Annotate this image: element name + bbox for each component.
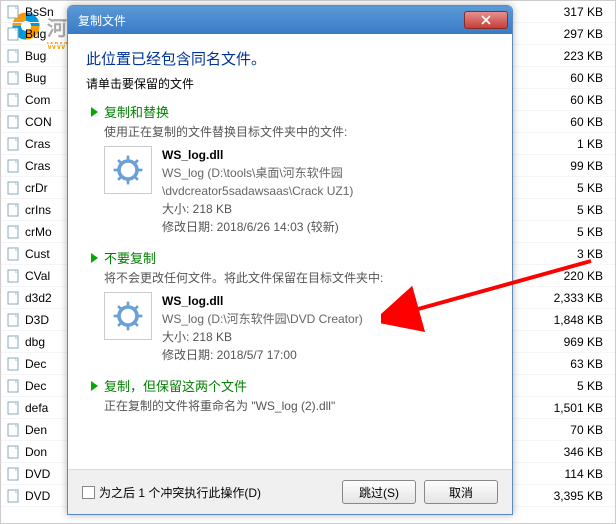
arrow-right-icon (88, 105, 102, 119)
file-icon (5, 4, 21, 20)
close-icon (481, 15, 491, 25)
file-size: 3 KB (525, 247, 615, 261)
file2-date: 修改日期: 2018/5/7 17:00 (162, 346, 363, 364)
dialog-heading: 此位置已经包含同名文件。 (86, 48, 494, 69)
file-icon (5, 488, 21, 504)
file-icon (5, 202, 21, 218)
file-icon (5, 70, 21, 86)
file-icon (5, 136, 21, 152)
option2-title: 不要复制 (104, 248, 156, 267)
dll-gear-icon (110, 152, 146, 188)
dialog-titlebar: 复制文件 (68, 6, 512, 34)
file1-size: 大小: 218 KB (162, 200, 353, 218)
apply-all-label: 为之后 1 个冲突执行此操作(D) (99, 484, 261, 501)
file-icon (5, 356, 21, 372)
file-icon (5, 466, 21, 482)
dialog-subheading: 请单击要保留的文件 (86, 75, 494, 92)
dll-gear-icon (110, 298, 146, 334)
file-size: 297 KB (525, 27, 615, 41)
file-meta-2: WS_log.dll WS_log (D:\河东软件园\DVD Creator)… (162, 292, 363, 364)
file-icon (5, 422, 21, 438)
copy-file-dialog: 复制文件 此位置已经包含同名文件。 请单击要保留的文件 复制和替换 使用正在复制… (67, 5, 513, 515)
file-size: 70 KB (525, 423, 615, 437)
option3-desc: 正在复制的文件将重命名为 "WS_log (2).dll" (104, 397, 494, 414)
file-icon (5, 246, 21, 262)
file-size: 114 KB (525, 467, 615, 481)
file-size: 2,333 KB (525, 291, 615, 305)
file-detail-1: WS_log.dll WS_log (D:\tools\桌面\河东软件园 \dv… (104, 146, 494, 236)
dialog-body: 此位置已经包含同名文件。 请单击要保留的文件 复制和替换 使用正在复制的文件替换… (68, 34, 512, 469)
dialog-footer: 为之后 1 个冲突执行此操作(D) 跳过(S) 取消 (68, 469, 512, 514)
option-dont-copy[interactable]: 不要复制 将不会更改任何文件。将此文件保留在目标文件夹中: WS_log.dll… (86, 248, 494, 364)
file-size: 220 KB (525, 269, 615, 283)
apply-all-checkbox[interactable] (82, 486, 95, 499)
option-keep-both[interactable]: 复制，但保留这两个文件 正在复制的文件将重命名为 "WS_log (2).dll… (86, 376, 494, 414)
file-icon (5, 312, 21, 328)
close-button[interactable] (464, 11, 508, 29)
file-size: 5 KB (525, 181, 615, 195)
file1-name: WS_log.dll (162, 146, 353, 164)
file-icon (5, 334, 21, 350)
arrow-right-icon (88, 379, 102, 393)
file-size: 60 KB (525, 93, 615, 107)
skip-button[interactable]: 跳过(S) (342, 480, 416, 504)
option3-title: 复制，但保留这两个文件 (104, 376, 247, 395)
file-size: 317 KB (525, 5, 615, 19)
file-size: 346 KB (525, 445, 615, 459)
cancel-button[interactable]: 取消 (424, 480, 498, 504)
file-size: 60 KB (525, 71, 615, 85)
file-size: 969 KB (525, 335, 615, 349)
arrow-right-icon (88, 251, 102, 265)
file-size: 5 KB (525, 203, 615, 217)
file1-date: 修改日期: 2018/6/26 14:03 (较新) (162, 218, 353, 236)
file-size: 5 KB (525, 379, 615, 393)
file-size: 5 KB (525, 225, 615, 239)
file-size: 223 KB (525, 49, 615, 63)
option1-title: 复制和替换 (104, 102, 169, 121)
option2-desc: 将不会更改任何文件。将此文件保留在目标文件夹中: (104, 269, 494, 286)
dialog-title: 复制文件 (78, 12, 464, 29)
file-icon (5, 114, 21, 130)
file-size: 3,395 KB (525, 489, 615, 503)
file-thumb-2 (104, 292, 152, 340)
option-copy-replace[interactable]: 复制和替换 使用正在复制的文件替换目标文件夹中的文件: WS_log.dll W… (86, 102, 494, 236)
file-icon (5, 378, 21, 394)
file-icon (5, 400, 21, 416)
file-size: 63 KB (525, 357, 615, 371)
file-icon (5, 268, 21, 284)
file-size: 60 KB (525, 115, 615, 129)
apply-all-row[interactable]: 为之后 1 个冲突执行此操作(D) (82, 484, 334, 501)
file-thumb-1 (104, 146, 152, 194)
file1-path2: \dvdcreator5sadawsaas\Crack UZ1) (162, 182, 353, 200)
file-icon (5, 158, 21, 174)
file1-path1: WS_log (D:\tools\桌面\河东软件园 (162, 164, 353, 182)
file-icon (5, 224, 21, 240)
file-size: 99 KB (525, 159, 615, 173)
file2-size: 大小: 218 KB (162, 328, 363, 346)
option1-desc: 使用正在复制的文件替换目标文件夹中的文件: (104, 123, 494, 140)
file-meta-1: WS_log.dll WS_log (D:\tools\桌面\河东软件园 \dv… (162, 146, 353, 236)
file-size: 1 KB (525, 137, 615, 151)
file-icon (5, 48, 21, 64)
file-icon (5, 26, 21, 42)
file-icon (5, 444, 21, 460)
file-size: 1,848 KB (525, 313, 615, 327)
file2-path1: WS_log (D:\河东软件园\DVD Creator) (162, 310, 363, 328)
file2-name: WS_log.dll (162, 292, 363, 310)
file-icon (5, 92, 21, 108)
file-icon (5, 180, 21, 196)
file-icon (5, 290, 21, 306)
file-size: 1,501 KB (525, 401, 615, 415)
file-detail-2: WS_log.dll WS_log (D:\河东软件园\DVD Creator)… (104, 292, 494, 364)
